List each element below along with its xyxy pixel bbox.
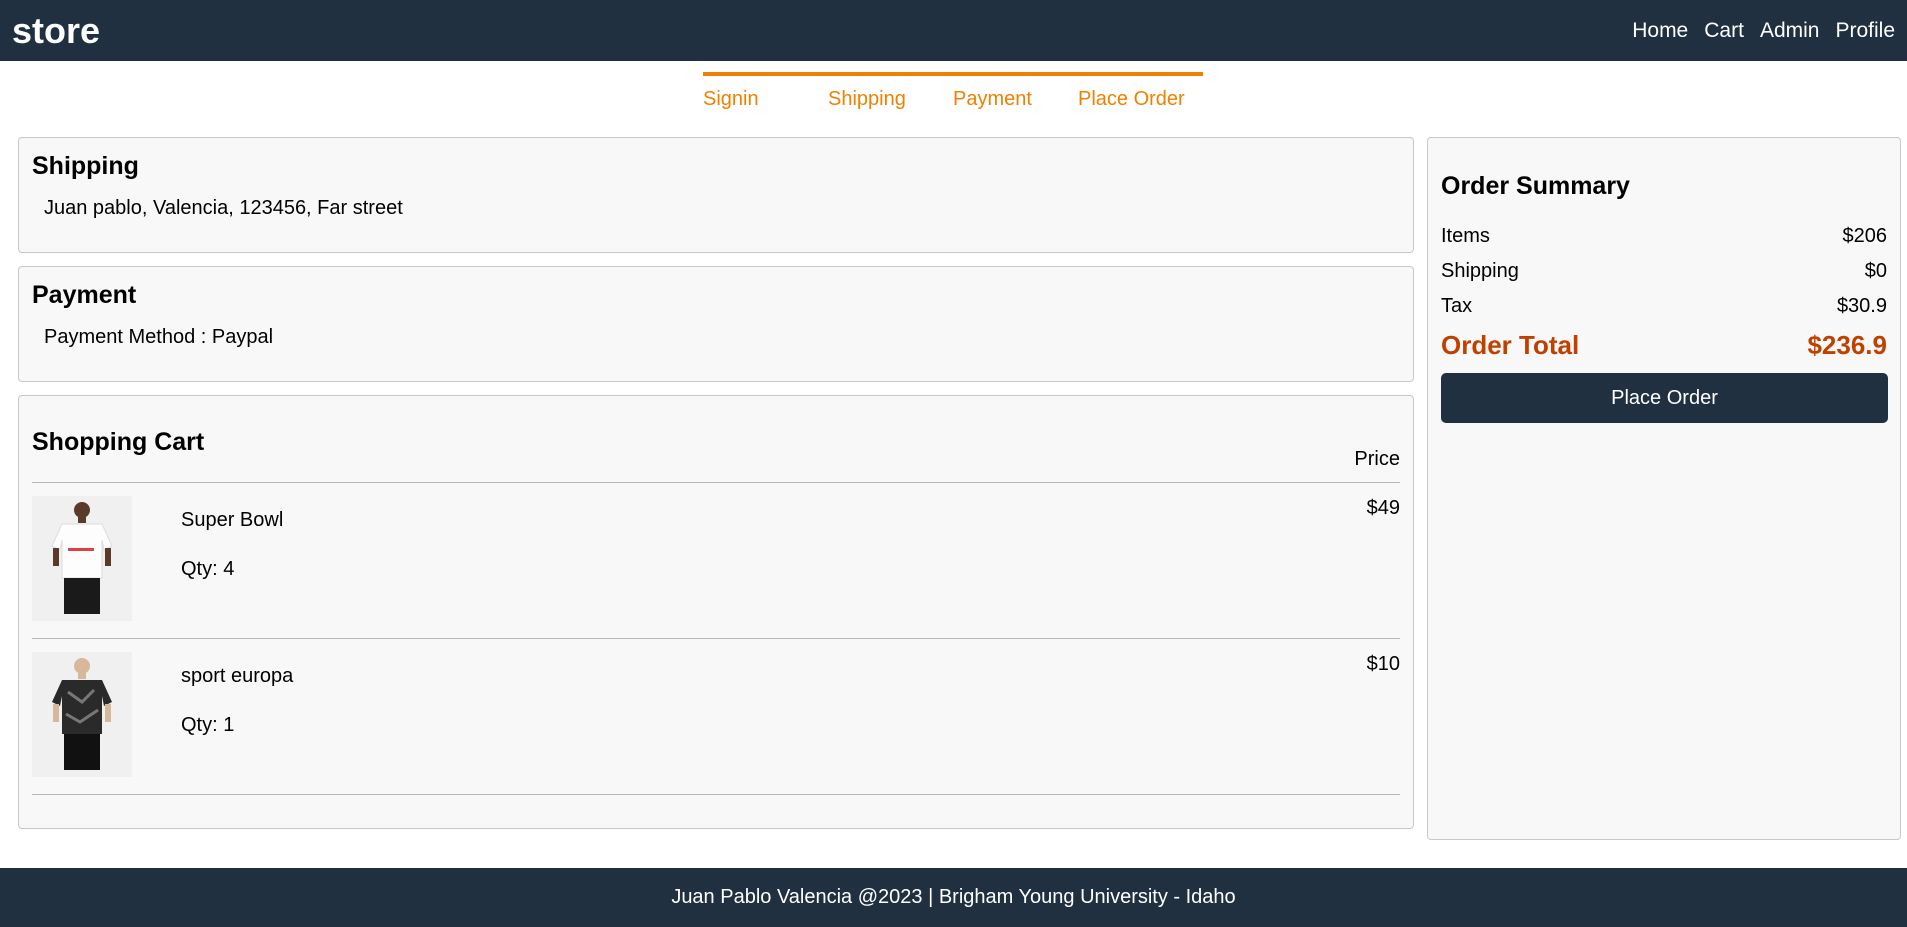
place-order-button[interactable]: Place Order bbox=[1441, 373, 1888, 423]
footer-text: Juan Pablo Valencia @2023 | Brigham Youn… bbox=[671, 886, 1236, 908]
nav-home-link[interactable]: Home bbox=[1632, 19, 1688, 43]
step-signin: Signin bbox=[703, 72, 828, 112]
step-place-order: Place Order bbox=[1078, 72, 1203, 112]
footer: Juan Pablo Valencia @2023 | Brigham Youn… bbox=[0, 868, 1907, 927]
item-price: $10 bbox=[1366, 653, 1400, 675]
shopping-cart-card: Shopping Cart Price Super Bowl Qty: 4 $4… bbox=[18, 395, 1414, 829]
summary-total-row: Order Total $236.9 bbox=[1441, 330, 1887, 361]
cart-title: Shopping Cart bbox=[32, 428, 205, 456]
shipping-address: Juan pablo, Valencia, 123456, Far street bbox=[44, 197, 403, 219]
nav-links: Home Cart Admin Profile bbox=[1632, 19, 1895, 43]
summary-tax-value: $30.9 bbox=[1836, 295, 1887, 317]
summary-shipping-label: Shipping bbox=[1441, 260, 1519, 282]
brand-logo-link[interactable]: store bbox=[12, 10, 100, 52]
checkout-steps: Signin Shipping Payment Place Order bbox=[703, 72, 1203, 112]
nav-cart-link[interactable]: Cart bbox=[1704, 19, 1744, 43]
cart-item: sport europa Qty: 1 $10 bbox=[32, 639, 1400, 795]
summary-tax-row: Tax $30.9 bbox=[1441, 295, 1887, 318]
nav-admin-link[interactable]: Admin bbox=[1760, 19, 1820, 43]
summary-tax-label: Tax bbox=[1441, 295, 1473, 317]
summary-shipping-value: $0 bbox=[1864, 260, 1887, 282]
white-jersey-model-image[interactable] bbox=[32, 496, 132, 621]
summary-items-row: Items $206 bbox=[1441, 225, 1887, 248]
order-summary-card: Order Summary Items $206 Shipping $0 Tax… bbox=[1427, 137, 1901, 840]
summary-items-value: $206 bbox=[1842, 225, 1888, 247]
step-shipping: Shipping bbox=[828, 72, 953, 112]
order-total-label: Order Total bbox=[1441, 330, 1580, 360]
step-payment: Payment bbox=[953, 72, 1078, 112]
payment-card: Payment Payment Method : Paypal bbox=[18, 266, 1414, 382]
item-qty: Qty: 1 bbox=[181, 714, 235, 736]
summary-items-label: Items bbox=[1441, 225, 1490, 247]
cart-header: Shopping Cart Price bbox=[32, 396, 1400, 483]
top-navbar: store Home Cart Admin Profile bbox=[0, 0, 1907, 61]
item-price: $49 bbox=[1366, 497, 1400, 519]
nav-profile-link[interactable]: Profile bbox=[1835, 19, 1895, 43]
item-qty: Qty: 4 bbox=[181, 558, 235, 580]
order-summary-title: Order Summary bbox=[1441, 172, 1630, 200]
payment-method: Payment Method : Paypal bbox=[44, 326, 274, 348]
price-column-header: Price bbox=[1354, 448, 1400, 470]
item-name[interactable]: Super Bowl bbox=[181, 509, 283, 532]
payment-title: Payment bbox=[32, 281, 137, 309]
shipping-card: Shipping Juan pablo, Valencia, 123456, F… bbox=[18, 137, 1414, 253]
cart-item: Super Bowl Qty: 4 $49 bbox=[32, 483, 1400, 639]
shipping-title: Shipping bbox=[32, 152, 139, 180]
order-total-value: $236.9 bbox=[1807, 330, 1887, 360]
item-name[interactable]: sport europa bbox=[181, 665, 293, 688]
summary-shipping-row: Shipping $0 bbox=[1441, 260, 1887, 283]
black-jersey-model-image[interactable] bbox=[32, 652, 132, 777]
